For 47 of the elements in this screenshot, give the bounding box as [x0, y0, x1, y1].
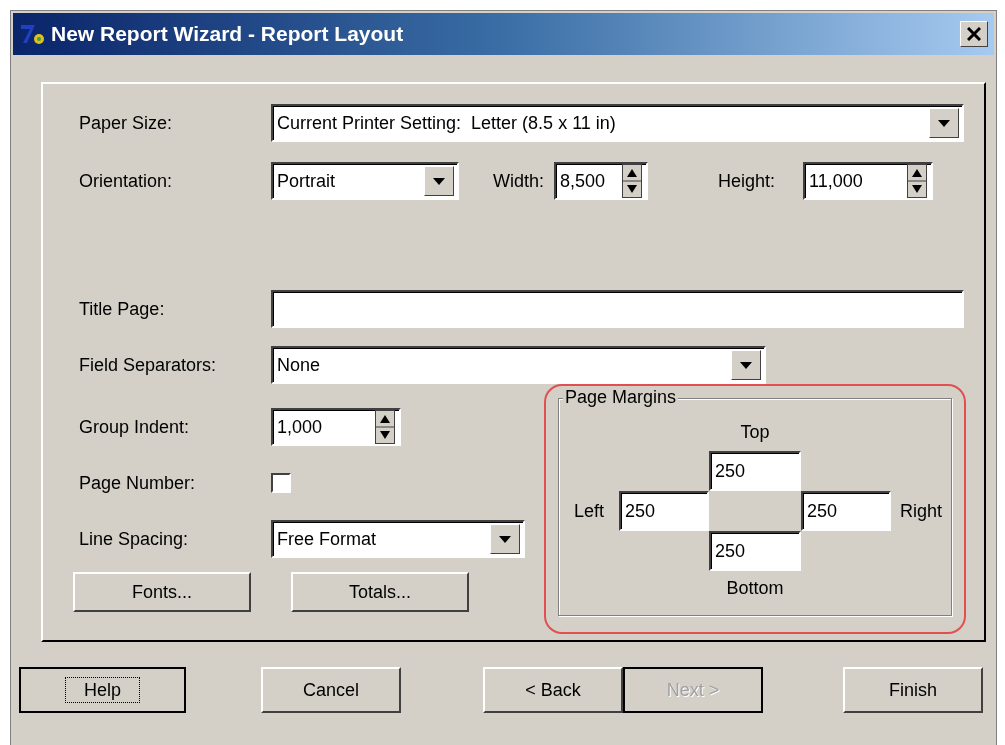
spin-arrows-icon[interactable] [375, 410, 395, 444]
margin-field[interactable]: 250 [619, 491, 709, 531]
dialog-button[interactable]: Finish [843, 667, 983, 713]
margin-field[interactable]: 250 [709, 531, 801, 571]
window-title: New Report Wizard - Report Layout [51, 22, 405, 46]
margin-label: Bottom [725, 577, 785, 599]
spin-arrows-icon[interactable] [907, 164, 928, 198]
margin-field[interactable]: 250 [801, 491, 891, 531]
dropdown-button[interactable] [929, 108, 959, 138]
dialog-button[interactable]: Cancel [261, 667, 401, 713]
number-spinner[interactable]: 11,000 [803, 162, 934, 200]
field-label: Width: [493, 170, 544, 192]
group-title: Page Margins [563, 387, 679, 408]
margin-label: Top [739, 421, 771, 443]
dropdown-field[interactable]: Free Format [271, 520, 525, 558]
field-label: Field Separators: [79, 354, 218, 376]
close-button[interactable] [960, 21, 988, 47]
field-label: Line Spacing: [79, 528, 190, 550]
field-label: Height: [718, 170, 776, 192]
dropdown-field[interactable]: Portrait [271, 162, 459, 200]
number-spinner[interactable]: 8,500 [554, 162, 648, 200]
dropdown-button[interactable] [490, 524, 520, 554]
panel-button[interactable]: Totals... [291, 572, 469, 612]
spin-arrows-icon[interactable] [622, 164, 642, 198]
field-label: Page Number: [79, 472, 197, 494]
dropdown-button[interactable] [424, 166, 454, 196]
caret-icon [499, 535, 511, 543]
panel-button[interactable]: Fonts... [73, 572, 251, 612]
input-field[interactable] [271, 290, 964, 328]
caret-icon [740, 361, 752, 369]
dialog-button[interactable]: < Back [483, 667, 623, 713]
field-label: Group Indent: [79, 416, 191, 438]
margin-label: Left [573, 500, 605, 522]
margin-label: Right [899, 500, 943, 522]
number-spinner[interactable]: 1,000 [271, 408, 401, 446]
checkbox[interactable] [271, 473, 291, 493]
field-label: Orientation: [79, 170, 174, 192]
dialog-button[interactable]: Help [19, 667, 186, 713]
dropdown-button[interactable] [731, 350, 761, 380]
dropdown-field[interactable]: None [271, 346, 766, 384]
field-label: Title Page: [79, 298, 166, 320]
field-label: Paper Size: [79, 112, 174, 134]
margin-field[interactable]: 250 [709, 451, 801, 491]
close-icon [967, 27, 981, 41]
caret-icon [433, 177, 445, 185]
dropdown-field[interactable]: Current Printer Setting: Letter (8.5 x 11 in) [271, 104, 964, 142]
caret-icon [938, 119, 950, 127]
